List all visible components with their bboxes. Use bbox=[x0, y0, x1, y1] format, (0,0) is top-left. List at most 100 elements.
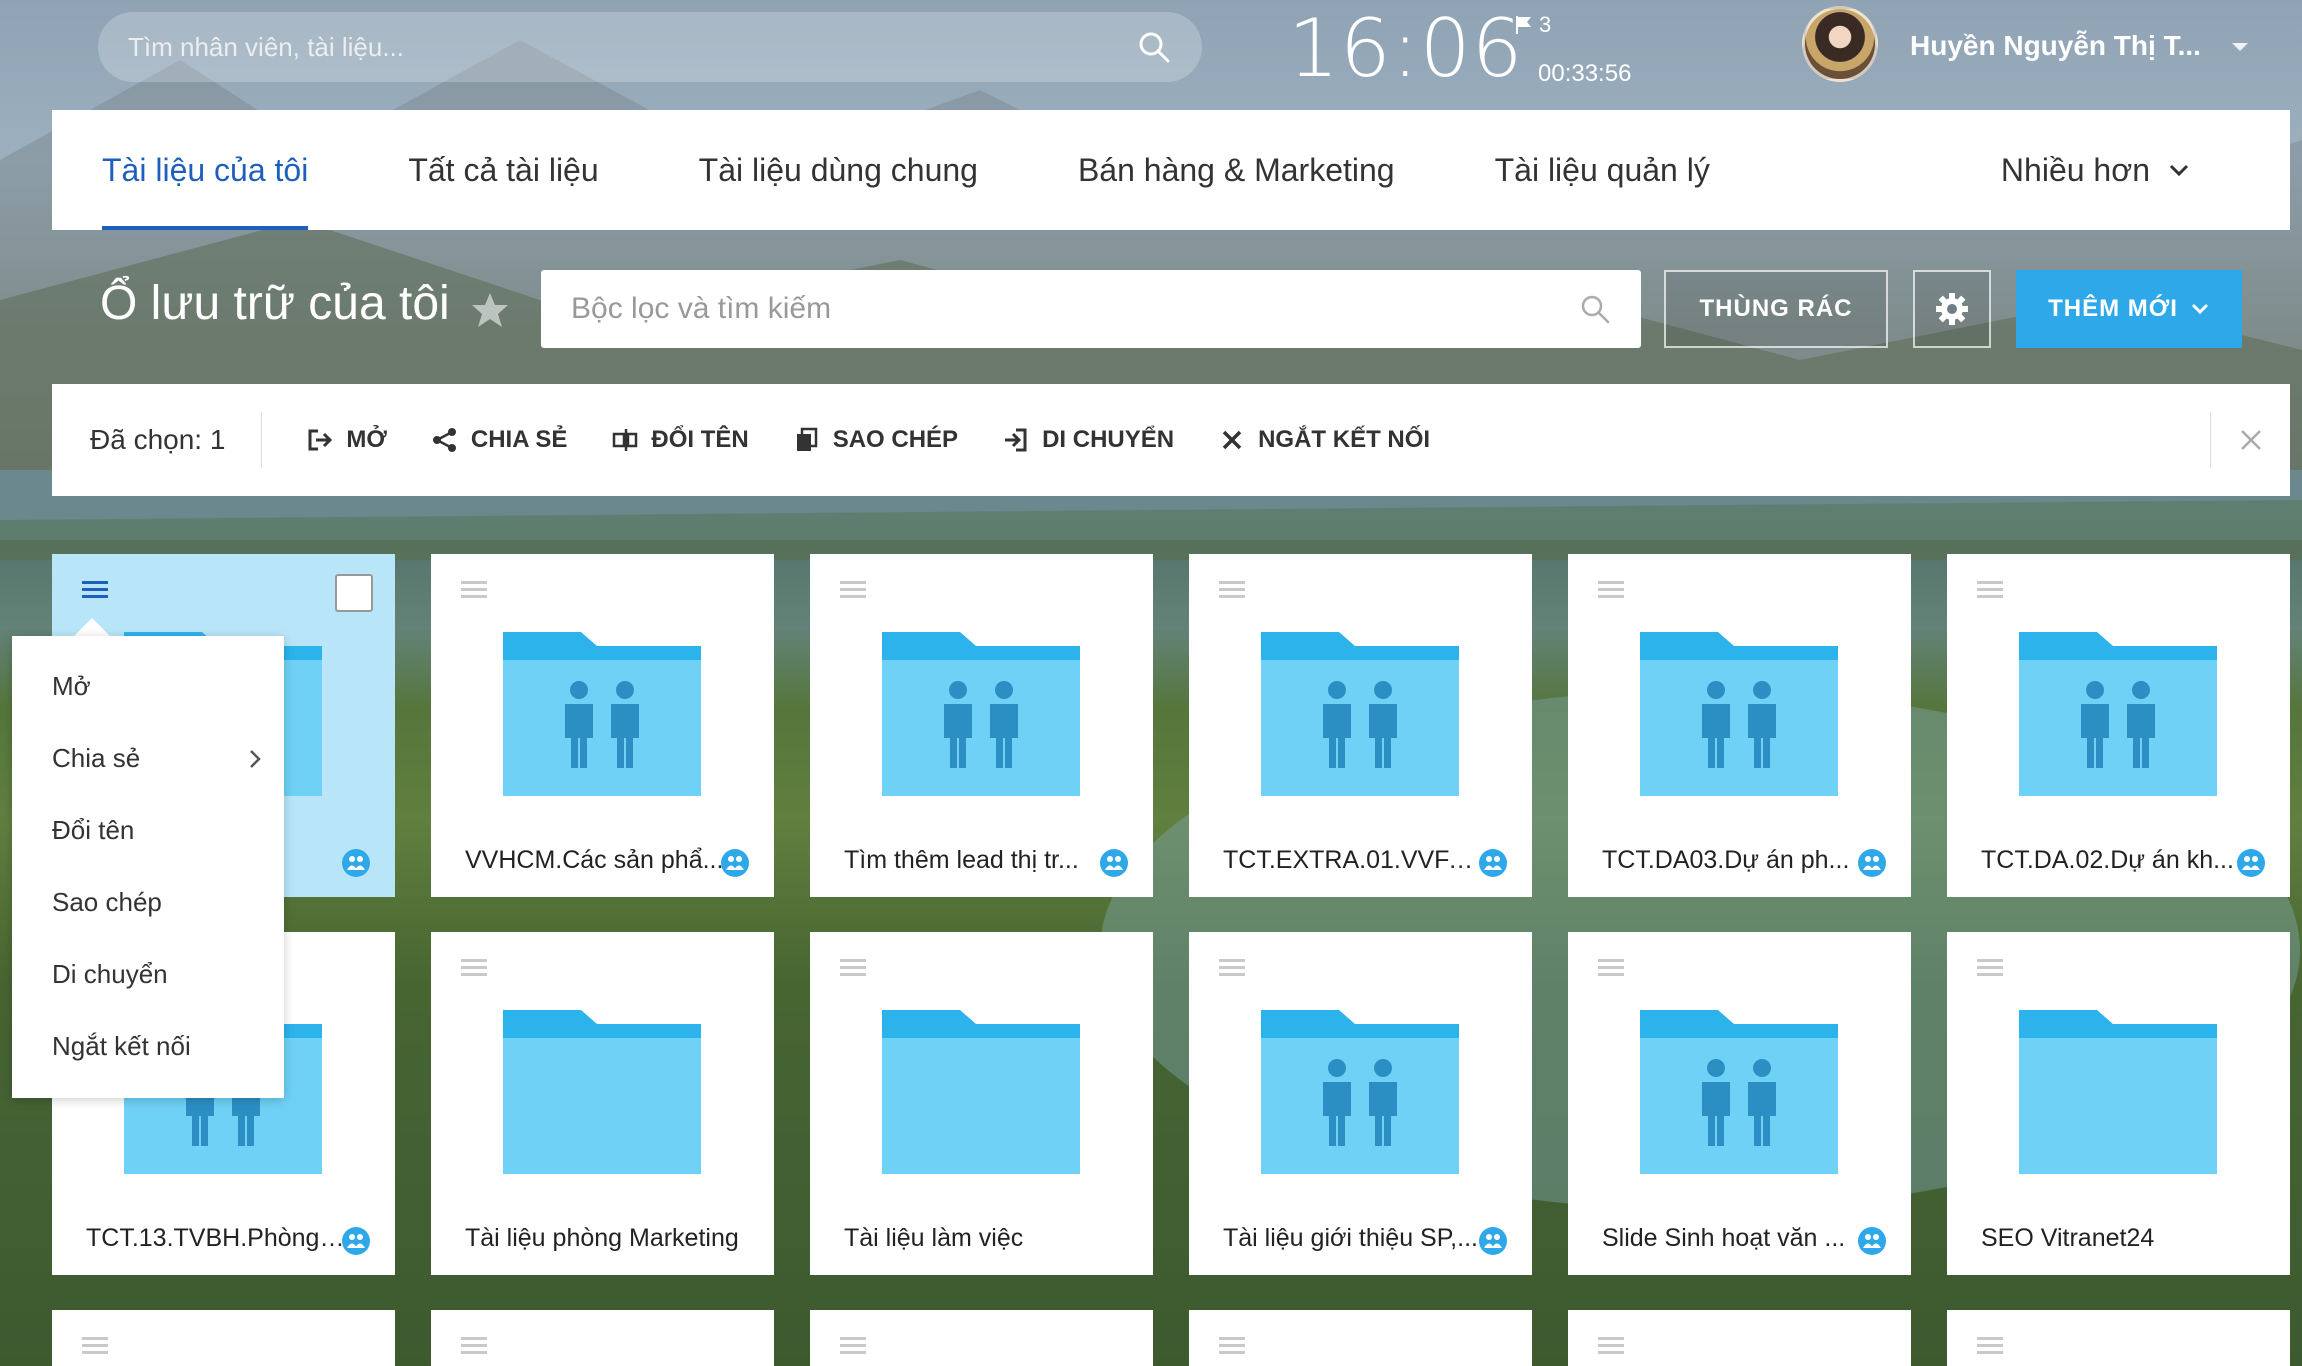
hamburger-menu-icon[interactable] bbox=[1217, 578, 1247, 602]
tab-sales-marketing[interactable]: Bán hàng & Marketing bbox=[1078, 110, 1395, 230]
hamburger-menu-icon[interactable] bbox=[80, 1334, 110, 1358]
clear-selection-button[interactable] bbox=[2210, 412, 2290, 468]
context-menu-rename[interactable]: Đổi tên bbox=[12, 794, 284, 866]
open-action-label: MỞ bbox=[346, 426, 387, 453]
chevron-down-icon bbox=[2169, 164, 2189, 177]
context-menu-share-label: Chia sẻ bbox=[52, 742, 141, 773]
tab-more[interactable]: Nhiều hơn bbox=[2001, 110, 2190, 230]
hamburger-menu-icon[interactable] bbox=[838, 1334, 868, 1358]
folder-icon bbox=[2019, 1010, 2217, 1174]
tab-my-documents[interactable]: Tài liệu của tôi bbox=[102, 110, 309, 230]
folder-card[interactable]: Tài liệu làm việc bbox=[810, 932, 1153, 1275]
open-icon bbox=[308, 429, 333, 451]
shared-folder-icon bbox=[1261, 1010, 1459, 1174]
rename-action[interactable]: ĐỔI TÊN bbox=[611, 426, 749, 454]
shared-folder-icon bbox=[882, 632, 1080, 796]
folder-card[interactable] bbox=[1568, 1310, 1911, 1366]
folder-name: Tài liệu giới thiệu SP,... bbox=[1223, 1224, 1478, 1252]
context-menu-disconnect[interactable]: Ngắt kết nối bbox=[12, 1010, 284, 1082]
tab-shared-documents[interactable]: Tài liệu dùng chung bbox=[699, 110, 978, 230]
context-menu: Mở Chia sẻ Đổi tên Sao chép Di chuyển Ng… bbox=[12, 636, 284, 1098]
folder-name: SEO Vitranet24 bbox=[1981, 1224, 2155, 1252]
folder-card[interactable]: TCT.DA.02.Dự án kh... bbox=[1947, 554, 2290, 897]
hamburger-menu-icon[interactable] bbox=[1596, 1334, 1626, 1358]
folder-card[interactable] bbox=[52, 1310, 395, 1366]
context-menu-share[interactable]: Chia sẻ bbox=[12, 722, 284, 794]
folder-card[interactable] bbox=[1189, 1310, 1532, 1366]
close-icon bbox=[2240, 430, 2261, 450]
shared-folder-icon bbox=[2019, 632, 2217, 796]
copy-action[interactable]: SAO CHÉP bbox=[793, 426, 958, 454]
folder-name: TCT.DA03.Dự án ph... bbox=[1602, 846, 1850, 874]
global-search[interactable] bbox=[98, 12, 1202, 82]
chevron-right-icon bbox=[250, 750, 261, 768]
hamburger-menu-icon[interactable] bbox=[459, 578, 489, 602]
folder-card[interactable]: TCT.DA03.Dự án ph... bbox=[1568, 554, 1911, 897]
hamburger-menu-icon[interactable] bbox=[838, 956, 868, 980]
folder-card[interactable]: Tài liệu phòng Marketing bbox=[431, 932, 774, 1275]
tab-management-documents[interactable]: Tài liệu quản lý bbox=[1495, 110, 1710, 230]
folder-card[interactable] bbox=[810, 1310, 1153, 1366]
folder-card[interactable]: Tìm thêm lead thị tr... bbox=[810, 554, 1153, 897]
folder-name: Slide Sinh hoạt văn ... bbox=[1602, 1224, 1846, 1252]
chevron-down-icon bbox=[2191, 303, 2208, 315]
shared-badge-icon bbox=[1858, 849, 1886, 877]
folder-card[interactable]: Slide Sinh hoạt văn ... bbox=[1568, 932, 1911, 1275]
context-menu-copy[interactable]: Sao chép bbox=[12, 866, 284, 938]
tab-all-documents[interactable]: Tất cả tài liệu bbox=[408, 110, 598, 230]
share-action[interactable]: CHIA SẺ bbox=[431, 426, 567, 454]
context-menu-open[interactable]: Mở bbox=[12, 650, 284, 722]
hamburger-menu-icon[interactable] bbox=[1975, 956, 2005, 980]
hamburger-menu-icon[interactable] bbox=[1596, 956, 1626, 980]
copy-icon bbox=[796, 427, 817, 451]
shared-badge-icon bbox=[1100, 849, 1128, 877]
disconnect-action-label: NGẮT KẾT NỐI bbox=[1258, 426, 1431, 453]
disconnect-action[interactable]: NGẮT KẾT NỐI bbox=[1218, 426, 1430, 454]
hamburger-menu-icon[interactable] bbox=[838, 578, 868, 602]
shared-badge-icon bbox=[721, 849, 749, 877]
trash-button[interactable]: THÙNG RÁC bbox=[1664, 270, 1888, 348]
hamburger-menu-icon[interactable] bbox=[459, 1334, 489, 1358]
chevron-down-icon[interactable] bbox=[2228, 38, 2252, 56]
folder-card[interactable] bbox=[431, 1310, 774, 1366]
folder-card[interactable]: Tài liệu giới thiệu SP,... bbox=[1189, 932, 1532, 1275]
shared-folder-icon bbox=[1640, 1010, 1838, 1174]
search-icon[interactable] bbox=[1579, 293, 1611, 325]
global-search-input[interactable] bbox=[128, 31, 1136, 63]
hamburger-menu-icon[interactable] bbox=[80, 578, 110, 602]
selection-action-bar: Đã chọn: 1 MỞ CHIA SẺ ĐỔI TÊN SAO CHÉP D… bbox=[52, 384, 2290, 496]
hamburger-menu-icon[interactable] bbox=[1975, 578, 2005, 602]
selected-count: Đã chọn: 1 bbox=[52, 412, 263, 468]
rename-action-label: ĐỔI TÊN bbox=[651, 426, 749, 453]
folder-name: Tài liệu làm việc bbox=[844, 1224, 1024, 1252]
select-checkbox[interactable] bbox=[335, 574, 373, 612]
star-icon[interactable] bbox=[470, 290, 510, 330]
context-menu-move[interactable]: Di chuyển bbox=[12, 938, 284, 1010]
folder-card[interactable] bbox=[1947, 1310, 2290, 1366]
filter-search[interactable] bbox=[541, 270, 1641, 348]
user-name[interactable]: Huyền Nguyễn Thị T... bbox=[1910, 30, 2201, 62]
open-action[interactable]: MỞ bbox=[306, 426, 387, 454]
hamburger-menu-icon[interactable] bbox=[1217, 1334, 1247, 1358]
top-bar: 16:06 3 00:33:56 Huyền Nguyễn Thị T... bbox=[0, 0, 2302, 110]
hamburger-menu-icon[interactable] bbox=[459, 956, 489, 980]
settings-button[interactable] bbox=[1913, 270, 1991, 348]
avatar[interactable] bbox=[1802, 6, 1878, 82]
copy-action-label: SAO CHÉP bbox=[832, 426, 959, 453]
page-title: Ổ lưu trữ của tôi bbox=[100, 277, 450, 330]
move-action[interactable]: DI CHUYỂN bbox=[1002, 426, 1174, 454]
hamburger-menu-icon[interactable] bbox=[1975, 1334, 2005, 1358]
add-new-button[interactable]: THÊM MỚI bbox=[2016, 270, 2242, 348]
shared-badge-icon bbox=[2237, 849, 2265, 877]
folder-name: TCT.DA.02.Dự án kh... bbox=[1981, 846, 2234, 874]
flag-counter[interactable]: 3 bbox=[1515, 12, 1551, 38]
filter-search-input[interactable] bbox=[571, 292, 1579, 326]
folder-card[interactable]: VVHCM.Các sản phẩ... bbox=[431, 554, 774, 897]
search-icon[interactable] bbox=[1136, 29, 1172, 65]
clock: 16:06 bbox=[1288, 2, 1524, 95]
close-icon bbox=[1222, 430, 1242, 450]
folder-card[interactable]: TCT.EXTRA.01.VVFA... bbox=[1189, 554, 1532, 897]
folder-card[interactable]: SEO Vitranet24 bbox=[1947, 932, 2290, 1275]
hamburger-menu-icon[interactable] bbox=[1596, 578, 1626, 602]
hamburger-menu-icon[interactable] bbox=[1217, 956, 1247, 980]
